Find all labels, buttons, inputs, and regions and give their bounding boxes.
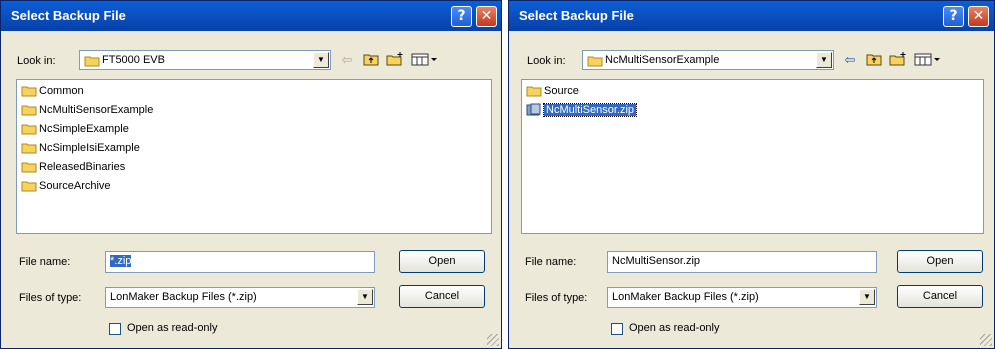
up-folder-icon[interactable] [361,52,381,70]
look-in-combo[interactable]: FT5000 EVB ▼ [79,50,331,70]
list-item[interactable]: NcMultiSensorExample [21,103,153,121]
close-button[interactable]: ✕ [968,6,989,27]
file-name-input[interactable]: *.zip [105,251,375,273]
look-in-label: Look in: [17,55,56,67]
list-item-label: Source [544,84,579,97]
look-in-combo[interactable]: NcMultiSensorExample ▼ [582,50,834,70]
close-button[interactable]: ✕ [476,6,497,27]
look-in-label: Look in: [527,55,566,67]
look-in-value: NcMultiSensorExample [605,54,720,66]
select-backup-dialog-2: Select Backup File ? ✕ Look in: NcMultiS… [508,0,995,349]
new-folder-icon[interactable] [888,52,908,70]
read-only-checkbox[interactable] [109,323,121,335]
back-arrow-icon[interactable]: ⇦ [337,52,357,70]
chevron-down-icon[interactable]: ▼ [859,289,875,305]
back-arrow-icon[interactable]: ⇦ [840,52,860,70]
folder-icon [21,162,37,173]
files-of-type-value: LonMaker Backup Files (*.zip) [612,291,759,303]
folder-icon [526,86,542,97]
open-button[interactable]: Open [399,250,485,273]
list-item-label: NcSimpleIsiExample [39,141,140,154]
resize-grip[interactable] [980,334,992,346]
list-item[interactable]: Source [526,84,579,102]
file-name-input[interactable]: NcMultiSensor.zip [607,251,877,273]
new-folder-icon[interactable] [385,52,405,70]
files-of-type-label: Files of type: [19,292,82,304]
file-name-value: *.zip [110,255,132,267]
folder-icon [21,86,37,97]
window-title: Select Backup File [519,8,634,23]
list-item-label: NcMultiSensorExample [39,103,154,116]
chevron-down-icon[interactable]: ▼ [357,289,373,305]
list-item-label: SourceArchive [39,179,111,192]
file-list[interactable]: Source NcMultiSensor.zip [521,79,984,234]
list-item[interactable]: NcSimpleIsiExample [21,141,140,159]
title-bar[interactable]: Select Backup File ? ✕ [1,1,501,31]
cancel-button[interactable]: Cancel [399,285,485,308]
cancel-button[interactable]: Cancel [897,285,983,308]
resize-grip[interactable] [487,334,499,346]
up-folder-icon[interactable] [864,52,884,70]
folder-icon [21,105,37,116]
open-button[interactable]: Open [897,250,983,273]
look-in-value: FT5000 EVB [102,54,165,66]
list-item-label: Common [39,84,84,97]
list-item[interactable]: ReleasedBinaries [21,160,125,178]
list-item[interactable]: NcSimpleExample [21,122,129,140]
read-only-label: Open as read-only [629,322,720,334]
list-item-selected[interactable]: NcMultiSensor.zip [526,102,638,121]
zip-file-icon [526,103,541,116]
window-title: Select Backup File [11,8,126,23]
folder-icon [21,143,37,154]
files-of-type-combo[interactable]: LonMaker Backup Files (*.zip) ▼ [607,287,877,308]
views-menu-icon[interactable] [409,52,439,70]
folder-icon [587,56,603,67]
chevron-down-icon[interactable]: ▼ [313,52,329,68]
file-name-label: File name: [525,256,577,268]
files-of-type-value: LonMaker Backup Files (*.zip) [110,291,257,303]
help-button[interactable]: ? [451,6,472,27]
chevron-down-icon[interactable]: ▼ [816,52,832,68]
file-list[interactable]: Common NcMultiSensorExample NcSimpleExam… [16,79,492,234]
folder-icon [84,56,100,67]
list-item-label: NcSimpleExample [39,122,129,135]
files-of-type-label: Files of type: [525,292,588,304]
files-of-type-combo[interactable]: LonMaker Backup Files (*.zip) ▼ [105,287,375,308]
file-name-value: NcMultiSensor.zip [612,255,701,267]
list-item-label: ReleasedBinaries [39,160,126,173]
list-item[interactable]: Common [21,84,84,102]
folder-icon [21,181,37,192]
list-item-label: NcMultiSensor.zip [542,102,638,117]
select-backup-dialog-1: Select Backup File ? ✕ Look in: FT5000 E… [0,0,502,349]
list-item[interactable]: SourceArchive [21,179,111,197]
help-button[interactable]: ? [943,6,964,27]
read-only-checkbox[interactable] [611,323,623,335]
views-menu-icon[interactable] [912,52,942,70]
title-bar[interactable]: Select Backup File ? ✕ [509,1,994,31]
folder-icon [21,124,37,135]
read-only-label: Open as read-only [127,322,218,334]
file-name-label: File name: [19,256,71,268]
